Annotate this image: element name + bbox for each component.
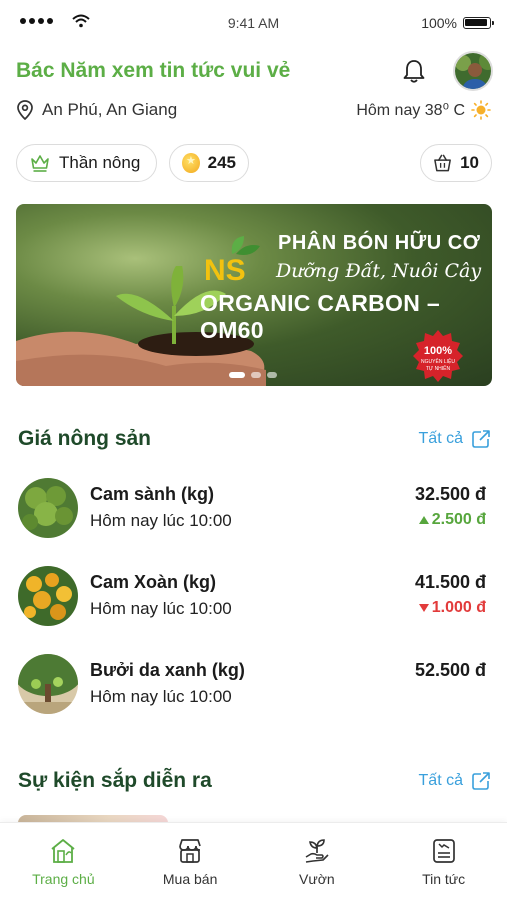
promo-banner[interactable]: NS PHÂN BÓN HỮU CƠ Dưỡng Đất, Nuôi Cây O…	[16, 204, 492, 386]
plant-icon	[305, 839, 329, 863]
product-time: Hôm nay lúc 10:00	[90, 599, 232, 618]
avatar[interactable]	[453, 51, 493, 91]
sun-icon	[471, 100, 491, 120]
seal-line3: TỰ NHIÊN	[426, 364, 451, 372]
nav-label: Mua bán	[162, 871, 218, 887]
product-price: 32.500 đ	[414, 484, 486, 504]
prices-title: Giá nông sản	[18, 427, 152, 450]
rank-label: Thần nông	[59, 153, 141, 172]
seal-line2: NGUYÊN LIỆU	[421, 357, 455, 365]
brand-logo: NS	[204, 236, 260, 284]
bottom-nav: Trang chủ Mua bán Vườn Tin tức	[0, 822, 507, 900]
price-change-value: 2.500 đ	[431, 511, 486, 528]
carousel-dots[interactable]	[229, 372, 277, 378]
shop-icon	[179, 839, 201, 863]
carousel-dot[interactable]	[229, 372, 245, 378]
coin-icon	[182, 153, 200, 173]
prices-see-all-link[interactable]: Tất cả	[419, 429, 491, 449]
nav-item-garden[interactable]: Vườn	[254, 823, 381, 900]
location-label: An Phú, An Giang	[42, 100, 178, 119]
arrow-up-icon	[418, 516, 429, 524]
coin-count: 245	[207, 153, 236, 172]
greeting-title: Bác Năm xem tin tức vui vẻ	[16, 59, 291, 82]
carousel-dot[interactable]	[267, 372, 277, 378]
nav-label: Trang chủ	[32, 871, 95, 887]
product-time: Hôm nay lúc 10:00	[90, 687, 232, 706]
product-time: Hôm nay lúc 10:00	[90, 511, 232, 530]
battery-level: 100%	[421, 15, 457, 31]
nav-item-market[interactable]: Mua bán	[127, 823, 254, 900]
cart-count: 10	[460, 153, 479, 172]
map-pin-icon	[17, 100, 33, 120]
price-change-value: 1.000 đ	[431, 599, 486, 616]
banner-title: PHÂN BÓN HỮU CƠ	[278, 232, 481, 254]
natural-seal-badge: 100% NGUYÊN LIỆU TỰ NHIÊN	[413, 330, 463, 382]
location[interactable]: An Phú, An Giang	[16, 100, 177, 120]
rank-chip[interactable]: Thần nông	[16, 144, 157, 182]
nav-item-news[interactable]: Tin tức	[380, 823, 507, 900]
price-row-buoi-da-xanh[interactable]: Bưởi da xanh (kg) Hôm nay lúc 10:00 52.5…	[18, 654, 492, 716]
bell-icon[interactable]	[400, 57, 428, 85]
carousel-dot[interactable]	[251, 372, 261, 378]
home-icon	[51, 839, 75, 863]
nav-item-home[interactable]: Trang chủ	[0, 823, 127, 900]
product-name: Cam Xoàn (kg)	[90, 572, 217, 592]
logo-text: NS	[204, 254, 246, 284]
see-all-label: Tất cả	[418, 430, 463, 447]
product-name: Cam sành (kg)	[90, 484, 215, 504]
weather-label: Hôm nay 38⁰ C	[356, 102, 465, 119]
arrow-down-icon	[418, 604, 429, 612]
status-bar: 9:41 AM 100%	[0, 0, 507, 46]
battery-icon	[463, 17, 494, 29]
cart-chip[interactable]: 10	[420, 144, 492, 182]
product-name: Bưởi da xanh (kg)	[90, 660, 245, 680]
product-price: 52.500 đ	[414, 660, 486, 680]
events-title: Sự kiện sắp diễn ra	[18, 769, 212, 792]
news-icon	[432, 839, 455, 863]
price-change: 1.000 đ	[418, 599, 486, 617]
nav-label: Tin tức	[422, 871, 466, 887]
external-link-icon	[472, 430, 490, 448]
nav-label: Vườn	[299, 871, 335, 887]
price-row-cam-sanh[interactable]: Cam sành (kg) Hôm nay lúc 10:00 32.500 đ…	[18, 478, 492, 540]
price-change: 2.500 đ	[418, 511, 486, 529]
see-all-label: Tất cả	[418, 772, 463, 789]
cam-sanh-thumbnail	[18, 478, 78, 538]
events-see-all-link[interactable]: Tất cả	[419, 771, 491, 791]
basket-icon	[434, 154, 451, 172]
seal-percent: 100%	[424, 345, 452, 357]
crown-icon	[31, 155, 49, 172]
external-link-icon	[472, 772, 490, 790]
price-row-cam-xoan[interactable]: Cam Xoàn (kg) Hôm nay lúc 10:00 41.500 đ…	[18, 566, 492, 628]
banner-slogan: Dưỡng Đất, Nuôi Cây	[276, 260, 482, 282]
cam-xoan-thumbnail	[18, 566, 78, 626]
weather: Hôm nay 38⁰ C	[356, 100, 491, 120]
product-price: 41.500 đ	[414, 572, 486, 592]
buoi-da-xanh-thumbnail	[18, 654, 78, 714]
coin-chip[interactable]: 245	[169, 144, 249, 182]
